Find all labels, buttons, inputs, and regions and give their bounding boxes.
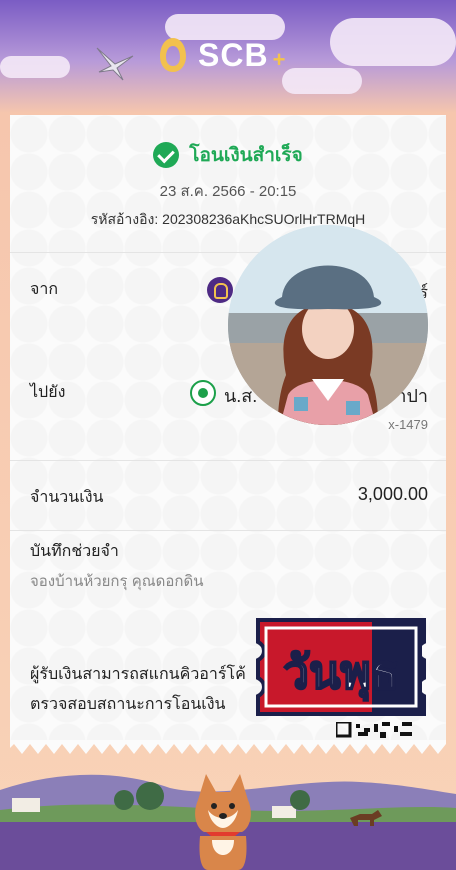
divider	[10, 460, 446, 461]
to-label: ไปยัง	[30, 384, 66, 401]
sticker-text: วันพุธ	[283, 645, 399, 701]
to-account: x-1479	[388, 417, 428, 432]
memo-label: บันทึกช่วยจำ	[30, 543, 119, 560]
wednesday-sticker: วันพุธ	[256, 618, 426, 716]
qr-note: ผู้รับเงินสามารถสแกนคิวอาร์โค้ ตรวจสอบสถ…	[30, 660, 270, 720]
qr-code-icon	[336, 722, 412, 738]
cloud	[0, 56, 70, 78]
reference-label: รหัสอ้างอิง:	[90, 211, 159, 227]
check-circle-icon	[153, 142, 180, 168]
cloud	[282, 68, 362, 94]
brand-name: SCB	[198, 36, 269, 73]
transfer-status: โอนเงินสำเร็จ	[10, 140, 446, 170]
scb-bank-icon	[207, 277, 233, 303]
reference-line: รหัสอ้างอิง: 202308236aKhcSUOrlHrTRMqH	[10, 209, 446, 231]
scb-logo-icon	[160, 38, 186, 72]
kbank-icon	[190, 380, 216, 406]
shiba-dog-illustration	[195, 774, 251, 870]
profile-photo-image	[228, 225, 428, 425]
cloud	[330, 18, 456, 66]
bird-icon	[96, 47, 134, 81]
amount-value: 3,000.00	[357, 484, 428, 504]
from-label: จาก	[30, 281, 59, 298]
qr-note-line-1: ผู้รับเงินสามารถสแกนคิวอาร์โค้	[30, 666, 246, 683]
receipt-zigzag-edge	[10, 740, 446, 754]
scb-logo: SCB +	[156, 36, 285, 74]
memo-value: จองบ้านห้วยกรุ คุณดอกดิน	[30, 573, 204, 590]
status-text: โอนเงินสำเร็จ	[189, 145, 303, 166]
qr-note-line-2: ตรวจสอบสถานะการโอนเงิน	[30, 696, 226, 713]
divider	[10, 530, 446, 531]
amount-label: จำนวนเงิน	[30, 489, 104, 506]
transfer-datetime: 23 ส.ค. 2566 - 20:15	[159, 183, 297, 200]
profile-photo	[228, 225, 428, 425]
brand-plus: +	[272, 47, 286, 72]
